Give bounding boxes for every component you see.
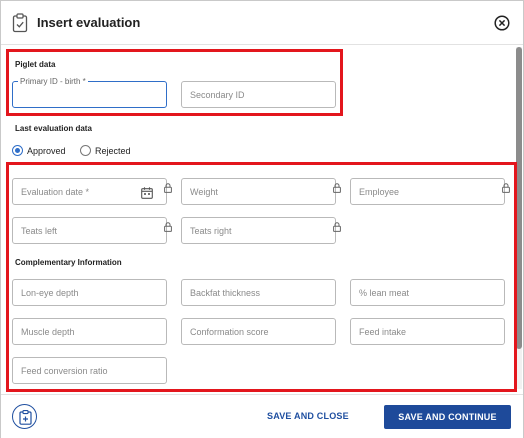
insert-evaluation-dialog: Insert evaluation Piglet data Primary ID… <box>0 0 524 438</box>
feed-intake-field[interactable]: Feed intake <box>350 318 505 345</box>
close-icon[interactable] <box>494 15 510 31</box>
lock-icon[interactable] <box>502 180 510 193</box>
calendar-icon[interactable] <box>141 186 153 199</box>
backfat-thickness-field[interactable]: Backfat thickness <box>181 279 336 306</box>
lock-icon[interactable] <box>164 180 172 193</box>
secondary-id-placeholder: Secondary ID <box>190 90 245 100</box>
dialog-header: Insert evaluation <box>1 1 523 45</box>
lon-eye-depth-placeholder: Lon-eye depth <box>21 288 79 298</box>
teats-right-field[interactable]: Teats right <box>181 217 341 244</box>
feed-conversion-ratio-placeholder: Feed conversion ratio <box>21 366 108 376</box>
teats-left-placeholder: Teats left <box>21 226 58 236</box>
feed-intake-placeholder: Feed intake <box>359 327 407 337</box>
secondary-id-field[interactable]: Secondary ID <box>181 81 336 108</box>
muscle-depth-placeholder: Muscle depth <box>21 327 75 337</box>
radio-approved[interactable]: Approved <box>12 145 66 156</box>
clipboard-plus-icon <box>19 410 32 425</box>
feed-conversion-ratio-field[interactable]: Feed conversion ratio <box>12 357 167 384</box>
lean-meat-placeholder: % lean meat <box>359 288 410 298</box>
weight-field[interactable]: Weight <box>181 178 341 205</box>
lon-eye-depth-field[interactable]: Lon-eye depth <box>12 279 167 306</box>
piglet-data-heading: Piglet data <box>15 60 56 69</box>
radio-rejected-label: Rejected <box>95 145 131 156</box>
teats-right-placeholder: Teats right <box>190 226 232 236</box>
lock-icon[interactable] <box>333 180 341 193</box>
scrollbar-thumb[interactable] <box>516 47 522 349</box>
lock-icon[interactable] <box>164 219 172 232</box>
radio-rejected-indicator[interactable] <box>80 145 91 156</box>
clipboard-check-icon <box>12 13 28 33</box>
radio-rejected[interactable]: Rejected <box>80 145 131 156</box>
lock-icon[interactable] <box>333 219 341 232</box>
evaluation-date-field[interactable]: Evaluation date * <box>12 178 172 205</box>
dialog-footer: SAVE AND CLOSE SAVE AND CONTINUE <box>1 394 523 438</box>
muscle-depth-field[interactable]: Muscle depth <box>12 318 167 345</box>
dialog-title: Insert evaluation <box>37 15 141 30</box>
conformation-score-field[interactable]: Conformation score <box>181 318 336 345</box>
employee-field[interactable]: Employee <box>350 178 510 205</box>
primary-id-field[interactable]: Primary ID - birth * <box>12 77 167 108</box>
radio-approved-label: Approved <box>27 145 66 156</box>
last-evaluation-heading: Last evaluation data <box>15 124 92 133</box>
conformation-score-placeholder: Conformation score <box>190 327 269 337</box>
weight-placeholder: Weight <box>190 187 218 197</box>
employee-placeholder: Employee <box>359 187 400 197</box>
complementary-information-heading: Complementary Information <box>15 258 122 267</box>
save-and-continue-button[interactable]: SAVE AND CONTINUE <box>384 405 511 429</box>
vertical-scrollbar[interactable] <box>516 47 522 389</box>
teats-left-field[interactable]: Teats left <box>12 217 172 244</box>
evaluation-date-placeholder: Evaluation date * <box>21 187 90 197</box>
radio-approved-indicator[interactable] <box>12 145 23 156</box>
primary-id-label: Primary ID - birth * <box>18 77 88 86</box>
lean-meat-field[interactable]: % lean meat <box>350 279 505 306</box>
clipboard-add-button[interactable] <box>12 404 37 429</box>
backfat-thickness-placeholder: Backfat thickness <box>190 288 261 298</box>
save-and-close-button[interactable]: SAVE AND CLOSE <box>267 411 349 421</box>
